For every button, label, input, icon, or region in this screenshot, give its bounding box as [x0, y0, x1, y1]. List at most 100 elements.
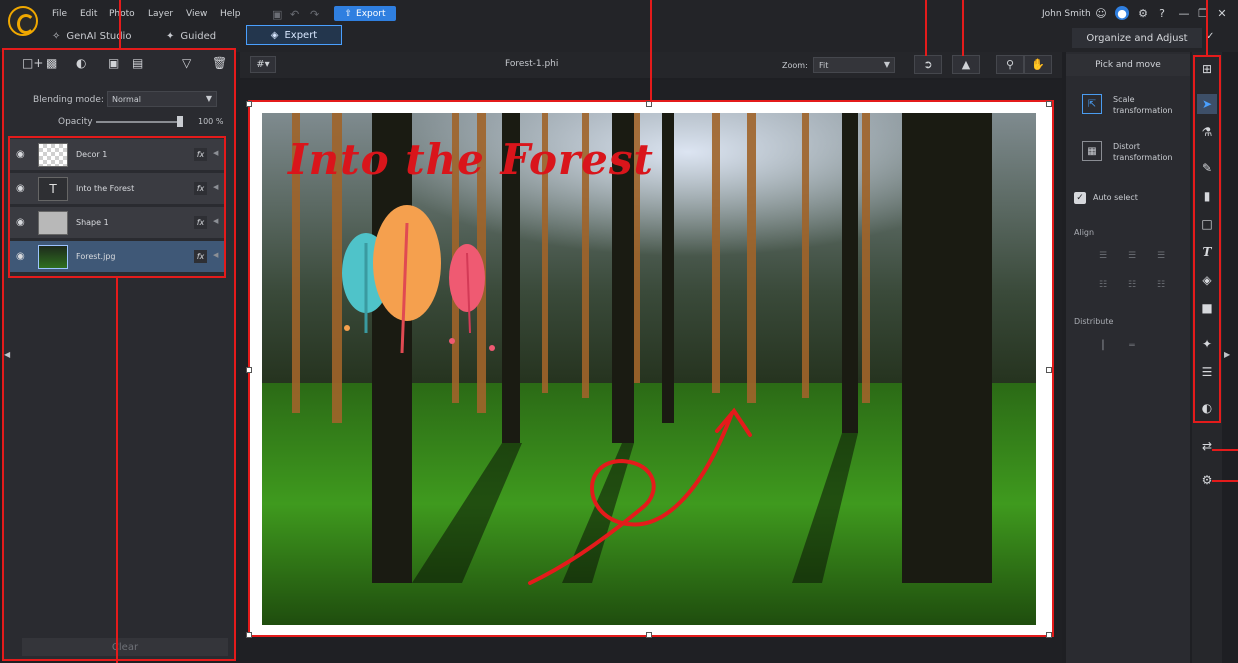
layer-row[interactable]: ◉ Forest.jpg fx ◀	[10, 241, 224, 273]
save-icon[interactable]: ▣	[272, 8, 282, 21]
layer-menu-icon[interactable]: ▤	[132, 56, 143, 70]
annotation-line	[1206, 0, 1208, 56]
layer-name: Into the Forest	[76, 184, 135, 193]
user-icon[interactable]: ☺	[1094, 6, 1108, 20]
menu-layer[interactable]: Layer	[148, 9, 173, 19]
resize-handle[interactable]	[1046, 367, 1052, 373]
crop-icon[interactable]: ⊞	[1197, 59, 1217, 79]
fx-icon[interactable]: fx	[194, 182, 207, 195]
auto-select-checkbox[interactable]: ✓	[1074, 192, 1086, 204]
chevron-left-icon[interactable]: ◀	[213, 217, 218, 225]
eye-icon[interactable]: ◉	[16, 183, 25, 194]
align-top-icon[interactable]: ☷	[1097, 280, 1109, 290]
resize-handle[interactable]	[646, 632, 652, 638]
resize-handle[interactable]	[246, 632, 252, 638]
clone-icon[interactable]: ⚗	[1197, 122, 1217, 142]
resize-handle[interactable]	[246, 101, 252, 107]
zoom-tool-button[interactable]: ⚲	[996, 55, 1024, 74]
gear-icon[interactable]: ⚙	[1136, 6, 1150, 20]
layers-icon: ◈	[270, 29, 279, 41]
distort-transformation-option[interactable]: Distort transformation	[1113, 141, 1183, 163]
transfer-icon[interactable]: ⇄	[1197, 436, 1217, 456]
mask-icon[interactable]: ◐	[1197, 398, 1217, 418]
blending-mode-value: Normal	[112, 94, 141, 104]
forest-photo[interactable]: Into the Forest	[262, 113, 1036, 625]
adjust-icon[interactable]: ☰	[1197, 362, 1217, 382]
menu-view[interactable]: View	[186, 9, 207, 19]
brush-icon[interactable]: ✎	[1197, 158, 1217, 178]
align-bottom-icon[interactable]: ☷	[1155, 280, 1167, 290]
menu-file[interactable]: File	[52, 9, 67, 19]
clear-button[interactable]: Clear	[22, 638, 228, 656]
collapse-right-icon[interactable]: ▶	[1224, 350, 1230, 359]
zoom-select[interactable]: Fit ▼	[813, 57, 895, 73]
resize-handle[interactable]	[246, 367, 252, 373]
grid-button[interactable]: #▾	[250, 56, 276, 73]
menu-help[interactable]: Help	[220, 9, 241, 19]
fill-icon[interactable]: ◈	[1197, 270, 1217, 290]
minimize-icon[interactable]: —	[1177, 6, 1191, 20]
new-layer-icon[interactable]: □+	[22, 56, 43, 70]
flip-button[interactable]: ▲	[952, 55, 980, 74]
chevron-left-icon[interactable]: ◀	[213, 149, 218, 157]
align-middle-icon[interactable]: ☷	[1126, 280, 1138, 290]
gradient-icon[interactable]: ■	[1197, 298, 1217, 318]
rotate-button[interactable]: ➲	[914, 55, 942, 74]
adjustment-layer-icon[interactable]: ◐	[76, 56, 86, 70]
layer-row[interactable]: ◉ Shape 1 fx ◀	[10, 207, 224, 239]
blending-mode-select[interactable]: Normal ▼	[107, 91, 217, 107]
opacity-slider[interactable]	[96, 121, 182, 123]
fx-icon[interactable]: fx	[194, 250, 207, 263]
rectangle-icon[interactable]: □	[1197, 214, 1217, 234]
align-left-icon[interactable]: ☰	[1097, 251, 1109, 261]
magic-wand-icon[interactable]: ✦	[1197, 334, 1217, 354]
align-label: Align	[1074, 228, 1095, 237]
user-name[interactable]: John Smith	[1042, 9, 1091, 19]
scale-transform-icon[interactable]: ⇱	[1082, 94, 1102, 114]
opacity-slider-handle[interactable]	[177, 116, 183, 127]
mask-layer-icon[interactable]: ▣	[108, 56, 119, 70]
scale-transformation-option[interactable]: Scale transformation	[1113, 94, 1183, 116]
tab-guided[interactable]: ✦ Guided	[166, 27, 216, 45]
tab-expert[interactable]: ◈ Expert	[246, 25, 342, 45]
file-name: Forest-1.phi	[505, 59, 559, 69]
pan-tool-button[interactable]: ✋	[1024, 55, 1052, 74]
text-icon[interactable]: T	[1197, 242, 1217, 262]
layer-row[interactable]: ◉ Decor 1 fx ◀	[10, 139, 224, 171]
redo-icon[interactable]: ↷	[310, 8, 319, 21]
eye-icon[interactable]: ◉	[16, 217, 25, 228]
menu-photo[interactable]: Photo	[109, 9, 135, 19]
align-right-icon[interactable]: ☰	[1155, 251, 1167, 261]
overlay-title-text[interactable]: Into the Forest	[288, 135, 654, 184]
notification-icon[interactable]: ●	[1115, 6, 1129, 20]
layer-row[interactable]: ◉ T Into the Forest fx ◀	[10, 173, 224, 205]
undo-icon[interactable]: ↶	[290, 8, 299, 21]
organize-adjust-button[interactable]: Organize and Adjust	[1072, 28, 1202, 48]
eye-icon[interactable]: ◉	[16, 149, 25, 160]
chevron-left-icon[interactable]: ◀	[213, 251, 218, 259]
eye-icon[interactable]: ◉	[16, 251, 25, 262]
distribute-vertical-icon[interactable]: ═	[1126, 341, 1138, 351]
move-icon[interactable]: ➤	[1197, 94, 1217, 114]
rotate-icon: ➲	[923, 58, 933, 71]
filter-icon[interactable]: ▽	[182, 56, 191, 70]
resize-handle[interactable]	[1046, 101, 1052, 107]
distort-transform-icon[interactable]: ▦	[1082, 141, 1102, 161]
align-center-icon[interactable]: ☰	[1126, 251, 1138, 261]
chevron-left-icon[interactable]: ◀	[213, 183, 218, 191]
menu-edit[interactable]: Edit	[80, 9, 97, 19]
distribute-horizontal-icon[interactable]: ┃	[1097, 341, 1109, 351]
chevron-down-icon: ▼	[205, 94, 212, 103]
trash-icon[interactable]: 🗑	[212, 56, 227, 70]
fx-icon[interactable]: fx	[194, 148, 207, 161]
export-button[interactable]: ⇧ Export	[334, 6, 396, 21]
image-layer-icon[interactable]: ▩	[46, 56, 57, 70]
close-icon[interactable]: ✕	[1215, 6, 1229, 20]
eraser-icon[interactable]: ▮	[1197, 186, 1217, 206]
resize-handle[interactable]	[1046, 632, 1052, 638]
collapse-left-icon[interactable]: ◀	[4, 350, 10, 359]
flip-icon: ▲	[961, 58, 971, 71]
help-icon[interactable]: ?	[1155, 6, 1169, 20]
fx-icon[interactable]: fx	[194, 216, 207, 229]
app-logo-icon[interactable]	[8, 6, 38, 36]
